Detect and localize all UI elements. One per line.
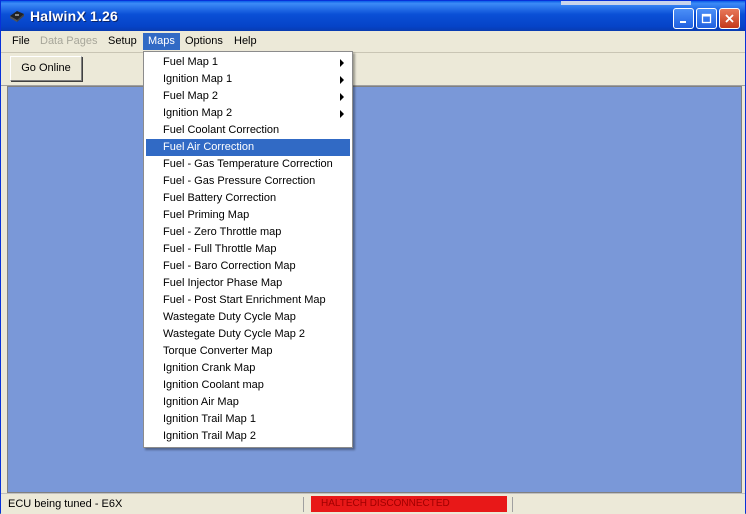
menu-item-fuel-baro-correction-map[interactable]: Fuel - Baro Correction Map (146, 258, 350, 275)
minimize-icon (680, 21, 686, 23)
menu-item-wastegate-duty-cycle-map-2[interactable]: Wastegate Duty Cycle Map 2 (146, 326, 350, 343)
menu-item-fuel-injector-phase-map[interactable]: Fuel Injector Phase Map (146, 275, 350, 292)
background-window-strip (561, 1, 691, 5)
maximize-icon (701, 13, 712, 24)
menu-item-ignition-map-2[interactable]: Ignition Map 2 (146, 105, 350, 122)
menu-help[interactable]: Help (229, 33, 262, 50)
menu-setup[interactable]: Setup (103, 33, 142, 50)
menu-item-label: Fuel Map 2 (163, 90, 219, 102)
menu-item-fuel-battery-correction[interactable]: Fuel Battery Correction (146, 190, 350, 207)
menu-item-fuel-full-throttle-map[interactable]: Fuel - Full Throttle Map (146, 241, 350, 258)
go-online-button[interactable]: Go Online (10, 56, 82, 81)
menu-item-fuel-map-1[interactable]: Fuel Map 1 (146, 54, 350, 71)
toolbar: Go Online (1, 53, 745, 86)
maximize-button[interactable] (696, 8, 717, 29)
workspace-area (7, 86, 742, 493)
menu-item-label: Ignition Map 2 (163, 107, 233, 119)
connection-status: HALTECH DISCONNECTED (311, 496, 507, 512)
menu-item-label: Ignition Map 1 (163, 73, 233, 85)
title-bar[interactable]: HalwinX 1.26 (1, 1, 745, 31)
close-icon (725, 14, 734, 23)
menu-item-label: Fuel Map 1 (163, 56, 219, 68)
maps-dropdown-menu: Fuel Map 1 Ignition Map 1 Fuel Map 2 Ign… (143, 51, 353, 448)
status-bar: ECU being tuned - E6X HALTECH DISCONNECT… (1, 493, 745, 514)
close-button[interactable] (719, 8, 740, 29)
menu-item-ignition-map-1[interactable]: Ignition Map 1 (146, 71, 350, 88)
menu-item-fuel-map-2[interactable]: Fuel Map 2 (146, 88, 350, 105)
menu-item-ignition-crank-map[interactable]: Ignition Crank Map (146, 360, 350, 377)
app-window: HalwinX 1.26 File Data Pages Setup Maps … (0, 0, 746, 514)
menu-item-fuel-post-start-enrichment-map[interactable]: Fuel - Post Start Enrichment Map (146, 292, 350, 309)
menu-item-wastegate-duty-cycle-map[interactable]: Wastegate Duty Cycle Map (146, 309, 350, 326)
menu-item-ignition-trail-map-2[interactable]: Ignition Trail Map 2 (146, 428, 350, 445)
submenu-arrow-icon (340, 93, 344, 101)
minimize-button[interactable] (673, 8, 694, 29)
menu-item-fuel-air-correction[interactable]: Fuel Air Correction (146, 139, 350, 156)
menu-item-fuel-coolant-correction[interactable]: Fuel Coolant Correction (146, 122, 350, 139)
menu-item-ignition-air-map[interactable]: Ignition Air Map (146, 394, 350, 411)
menu-item-fuel-zero-throttle-map[interactable]: Fuel - Zero Throttle map (146, 224, 350, 241)
submenu-arrow-icon (340, 110, 344, 118)
submenu-arrow-icon (340, 59, 344, 67)
menu-maps[interactable]: Maps (143, 33, 180, 50)
status-panel (512, 497, 742, 512)
menu-item-ignition-coolant-map[interactable]: Ignition Coolant map (146, 377, 350, 394)
menu-file[interactable]: File (7, 33, 35, 50)
app-icon (10, 11, 24, 22)
menu-item-fuel-gas-pressure-correction[interactable]: Fuel - Gas Pressure Correction (146, 173, 350, 190)
menu-item-ignition-trail-map-1[interactable]: Ignition Trail Map 1 (146, 411, 350, 428)
menu-item-torque-converter-map[interactable]: Torque Converter Map (146, 343, 350, 360)
menu-item-fuel-priming-map[interactable]: Fuel Priming Map (146, 207, 350, 224)
window-title: HalwinX 1.26 (30, 8, 118, 24)
status-ecu-info: ECU being tuned - E6X (4, 497, 304, 512)
menu-item-fuel-gas-temperature-correction[interactable]: Fuel - Gas Temperature Correction (146, 156, 350, 173)
menu-data-pages[interactable]: Data Pages (35, 33, 102, 50)
menu-bar: File Data Pages Setup Maps Options Help (1, 31, 745, 53)
menu-options[interactable]: Options (180, 33, 228, 50)
submenu-arrow-icon (340, 76, 344, 84)
